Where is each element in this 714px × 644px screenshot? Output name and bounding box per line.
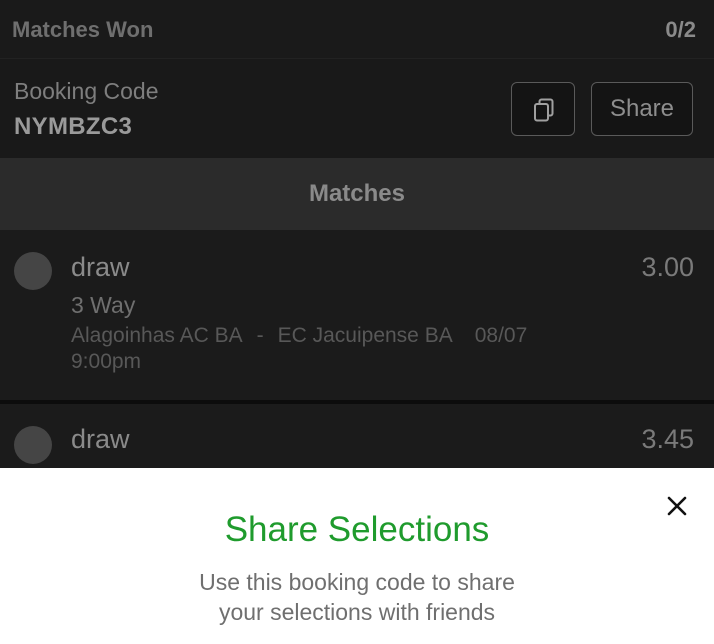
share-sheet: Share Selections Use this booking code t… <box>0 468 714 644</box>
match-pick: draw <box>71 424 130 454</box>
booking-code-label: Booking Code <box>14 78 159 104</box>
away-team: EC Jacuipense BA <box>277 324 453 347</box>
match-odds: 3.45 <box>641 424 694 454</box>
match-item: draw 3.00 3 Way Alagoinhas AC BA - EC Jacu… <box>0 230 714 400</box>
match-date: 08/07 <box>474 324 528 347</box>
copy-icon <box>534 98 554 122</box>
booking-code-row: Booking Code NYMBZC3 Share <box>0 59 714 158</box>
share-button[interactable]: Share <box>591 82 693 136</box>
match-teams: Alagoinhas AC BA - EC Jacuipense BA 08/07 <box>71 324 527 348</box>
matches-won-value: 0/2 <box>665 17 696 42</box>
match-odds: 3.00 <box>641 252 694 282</box>
share-sheet-description: Use this booking code to share your sele… <box>157 567 557 627</box>
booking-code-value: NYMBZC3 <box>14 113 133 140</box>
match-market: 3 Way <box>71 292 136 318</box>
share-sheet-title: Share Selections <box>224 510 490 549</box>
match-time: 9:00pm <box>71 350 142 373</box>
matches-header: Matches <box>0 158 714 230</box>
match-item: draw 3.45 <box>0 404 714 468</box>
copy-button[interactable] <box>511 82 575 136</box>
share-sheet-description-line: your selections with friends <box>218 599 496 625</box>
home-team: Alagoinhas AC BA <box>71 324 243 347</box>
share-sheet-description-line: Use this booking code to share <box>199 569 515 595</box>
team-separator: - <box>256 324 264 347</box>
match-radio[interactable] <box>14 252 52 290</box>
matches-won-row: Matches Won 0/2 <box>0 0 714 59</box>
match-pick: draw <box>71 252 130 282</box>
match-radio[interactable] <box>14 426 52 464</box>
matches-won-label: Matches Won <box>12 17 154 42</box>
